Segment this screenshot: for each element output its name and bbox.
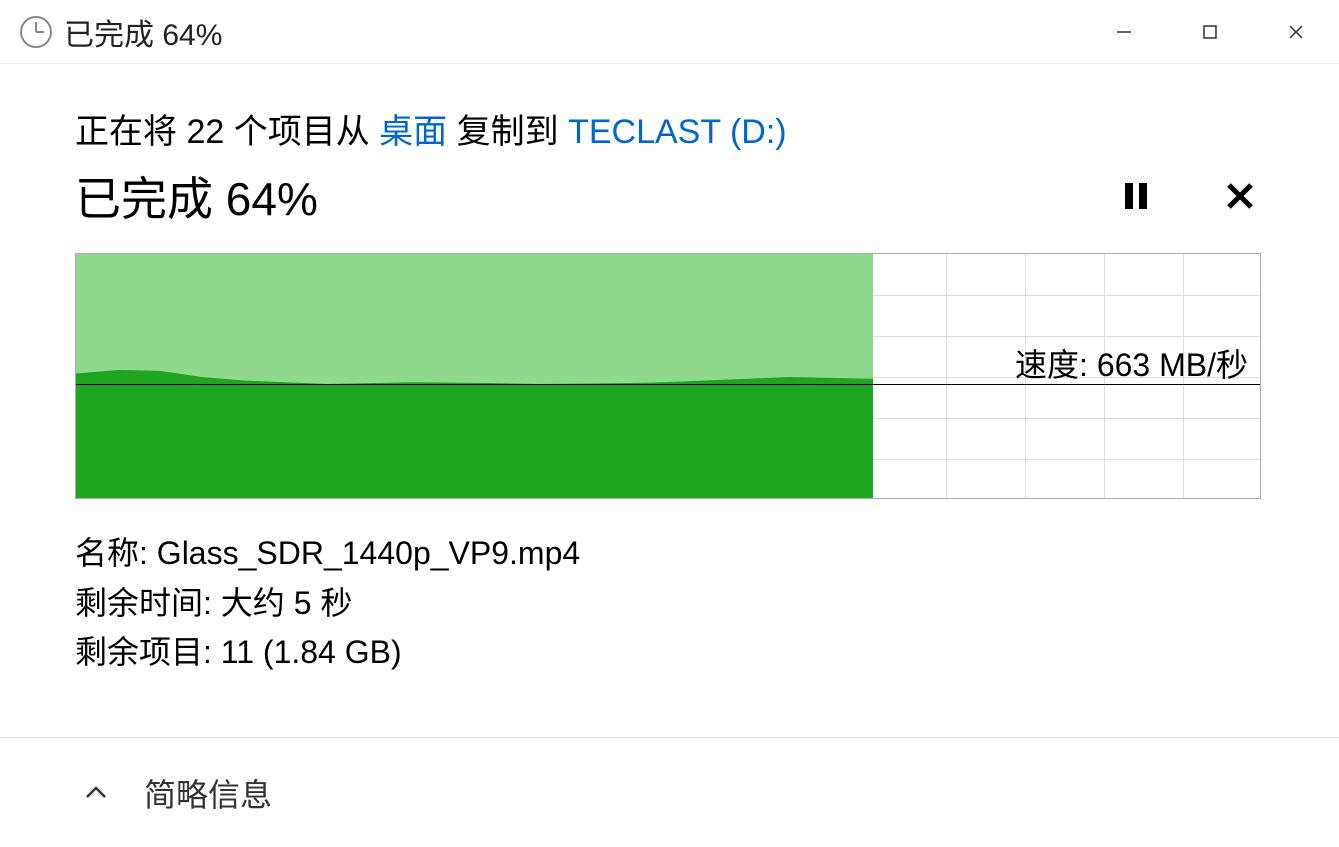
details-toggle-label[interactable]: 简略信息: [144, 770, 272, 816]
speed-chart: 速度: 663 MB/秒: [75, 253, 1264, 499]
titlebar: 已完成 64%: [0, 0, 1339, 64]
progress-actions: [1116, 176, 1264, 216]
window-controls: [1081, 0, 1339, 63]
detail-time: 剩余时间: 大约 5 秒: [75, 579, 1264, 629]
copy-prefix: 正在将 22 个项目从: [75, 113, 379, 151]
pause-button[interactable]: [1116, 176, 1156, 216]
copy-middle: 复制到: [447, 113, 568, 151]
destination-link[interactable]: TECLAST (D:): [568, 113, 787, 151]
minimize-button[interactable]: [1081, 0, 1167, 63]
content: 正在将 22 个项目从 桌面 复制到 TECLAST (D:) 已完成 64% …: [0, 64, 1339, 678]
footer: 简略信息: [0, 737, 1339, 847]
progress-row: 已完成 64%: [75, 163, 1264, 229]
close-button[interactable]: [1253, 0, 1339, 63]
source-link[interactable]: 桌面: [379, 113, 447, 151]
copy-description: 正在将 22 个项目从 桌面 复制到 TECLAST (D:): [75, 104, 1264, 153]
cancel-button[interactable]: [1220, 176, 1260, 216]
chevron-up-icon[interactable]: [80, 777, 112, 809]
detail-name: 名称: Glass_SDR_1440p_VP9.mp4: [75, 529, 1264, 579]
window-title: 已完成 64%: [64, 10, 1081, 54]
detail-items: 剩余项目: 11 (1.84 GB): [75, 628, 1264, 678]
clock-icon: [18, 14, 54, 50]
maximize-button[interactable]: [1167, 0, 1253, 63]
progress-label: 已完成 64%: [75, 163, 318, 229]
speed-label: 速度: 663 MB/秒: [1015, 340, 1248, 386]
details: 名称: Glass_SDR_1440p_VP9.mp4 剩余时间: 大约 5 秒…: [75, 529, 1264, 678]
